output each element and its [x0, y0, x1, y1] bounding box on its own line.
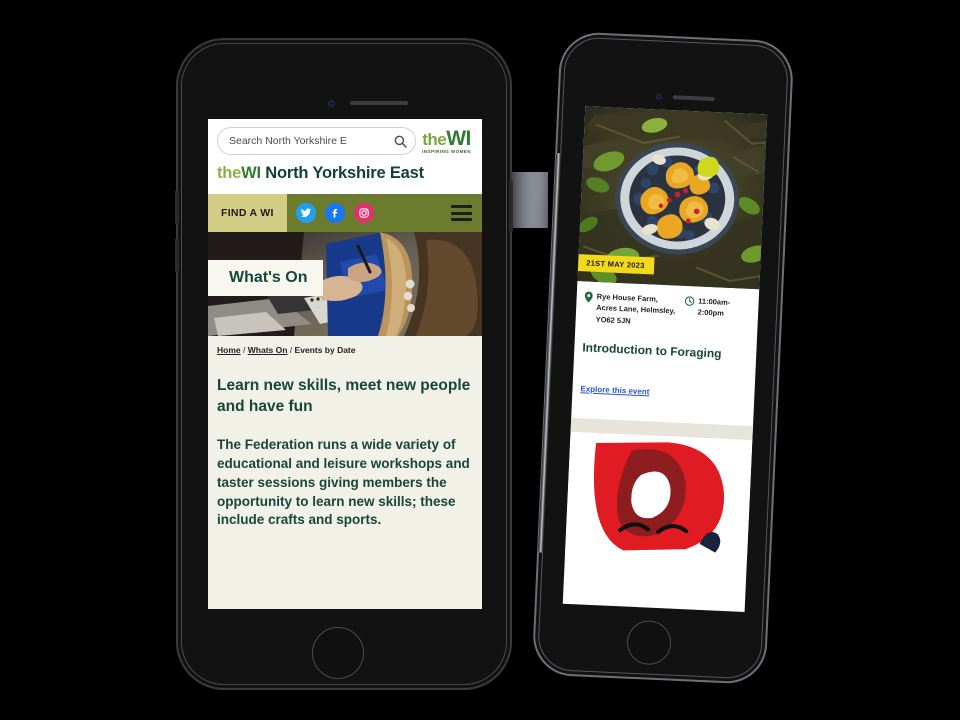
- find-a-wi-button[interactable]: FIND A WI: [208, 194, 287, 232]
- right-phone-home-button[interactable]: [626, 619, 673, 666]
- event-meta-row: Rye House Farm, Acres Lane, Helmsley, YO…: [575, 281, 759, 332]
- wi-logo-wi: WI: [446, 126, 471, 150]
- federation-title-rest: North Yorkshire East: [260, 164, 424, 182]
- event-time-text: 11:00am-2:00pm: [697, 296, 731, 318]
- wi-logo-tagline: INSPIRING WOMEN: [422, 148, 471, 154]
- breadcrumb-current: Events by Date: [294, 345, 356, 355]
- iphone-right-device: 21ST MAY 2023 Rye House Farm, Acres Lane…: [533, 33, 793, 683]
- page-content: Home / Whats On / Events by Date Learn n…: [208, 336, 482, 543]
- right-phone-front-camera: [655, 93, 662, 100]
- facebook-icon[interactable]: [324, 203, 345, 223]
- federation-title-the: the: [217, 164, 242, 182]
- left-phone-earpiece-speaker: [350, 101, 408, 105]
- map-pin-icon: [584, 291, 593, 303]
- hamburger-menu-icon[interactable]: [451, 205, 472, 221]
- federation-title-wi: WI: [241, 164, 261, 182]
- breadcrumb-home[interactable]: Home: [217, 345, 241, 355]
- hero-title: What's On: [208, 260, 324, 296]
- scene-background: 21ST MAY 2023 Rye House Farm, Acres Lane…: [0, 0, 960, 720]
- breadcrumb-separator-1: /: [243, 345, 246, 355]
- event-time: 11:00am-2:00pm: [683, 295, 748, 320]
- volume-down-button[interactable]: [175, 238, 179, 272]
- left-phone-front-camera: [328, 100, 335, 107]
- twitter-icon[interactable]: [295, 203, 316, 223]
- site-navbar: FIND A WI: [208, 194, 482, 232]
- event-photo-container: 21ST MAY 2023: [577, 106, 768, 290]
- red-abstract-logo-graphic: [594, 442, 724, 553]
- power-button[interactable]: [509, 180, 513, 232]
- site-header-top: theWI INSPIRING WOMEN: [208, 119, 482, 159]
- volume-up-button[interactable]: [175, 190, 179, 224]
- search-box[interactable]: [217, 127, 417, 155]
- iphone-left-device: theWI INSPIRING WOMEN theWI North Yorksh…: [175, 40, 513, 688]
- page-paragraph: The Federation runs a wide variety of ed…: [217, 436, 470, 528]
- wi-logo-the: the: [422, 129, 447, 149]
- hero-banner: What's On: [208, 232, 482, 336]
- breadcrumb: Home / Whats On / Events by Date: [217, 345, 473, 355]
- left-phone-screen: theWI INSPIRING WOMEN theWI North Yorksh…: [208, 119, 482, 609]
- search-icon[interactable]: [394, 135, 407, 148]
- search-input[interactable]: [229, 135, 395, 147]
- explore-this-event-link[interactable]: Explore this event: [572, 384, 659, 397]
- next-card-graphic-container: [565, 431, 753, 560]
- event-location: Rye House Farm, Acres Lane, Helmsley, YO…: [583, 290, 678, 328]
- instagram-icon[interactable]: [353, 203, 374, 223]
- breadcrumb-whats-on[interactable]: Whats On: [248, 345, 288, 355]
- event-location-text: Rye House Farm, Acres Lane, Helmsley, YO…: [595, 291, 676, 325]
- left-phone-home-button[interactable]: [312, 627, 364, 679]
- wi-logo[interactable]: theWI INSPIRING WOMEN: [422, 128, 473, 155]
- clock-icon: [684, 296, 694, 306]
- right-phone-earpiece-speaker: [672, 95, 715, 101]
- federation-title: theWI North Yorkshire East: [208, 159, 482, 194]
- page-heading: Learn new skills, meet new people and ha…: [217, 377, 471, 415]
- event-date-badge: 21ST MAY 2023: [577, 254, 655, 275]
- right-phone-screen: 21ST MAY 2023 Rye House Farm, Acres Lane…: [562, 106, 768, 612]
- breadcrumb-separator-2: /: [289, 345, 293, 355]
